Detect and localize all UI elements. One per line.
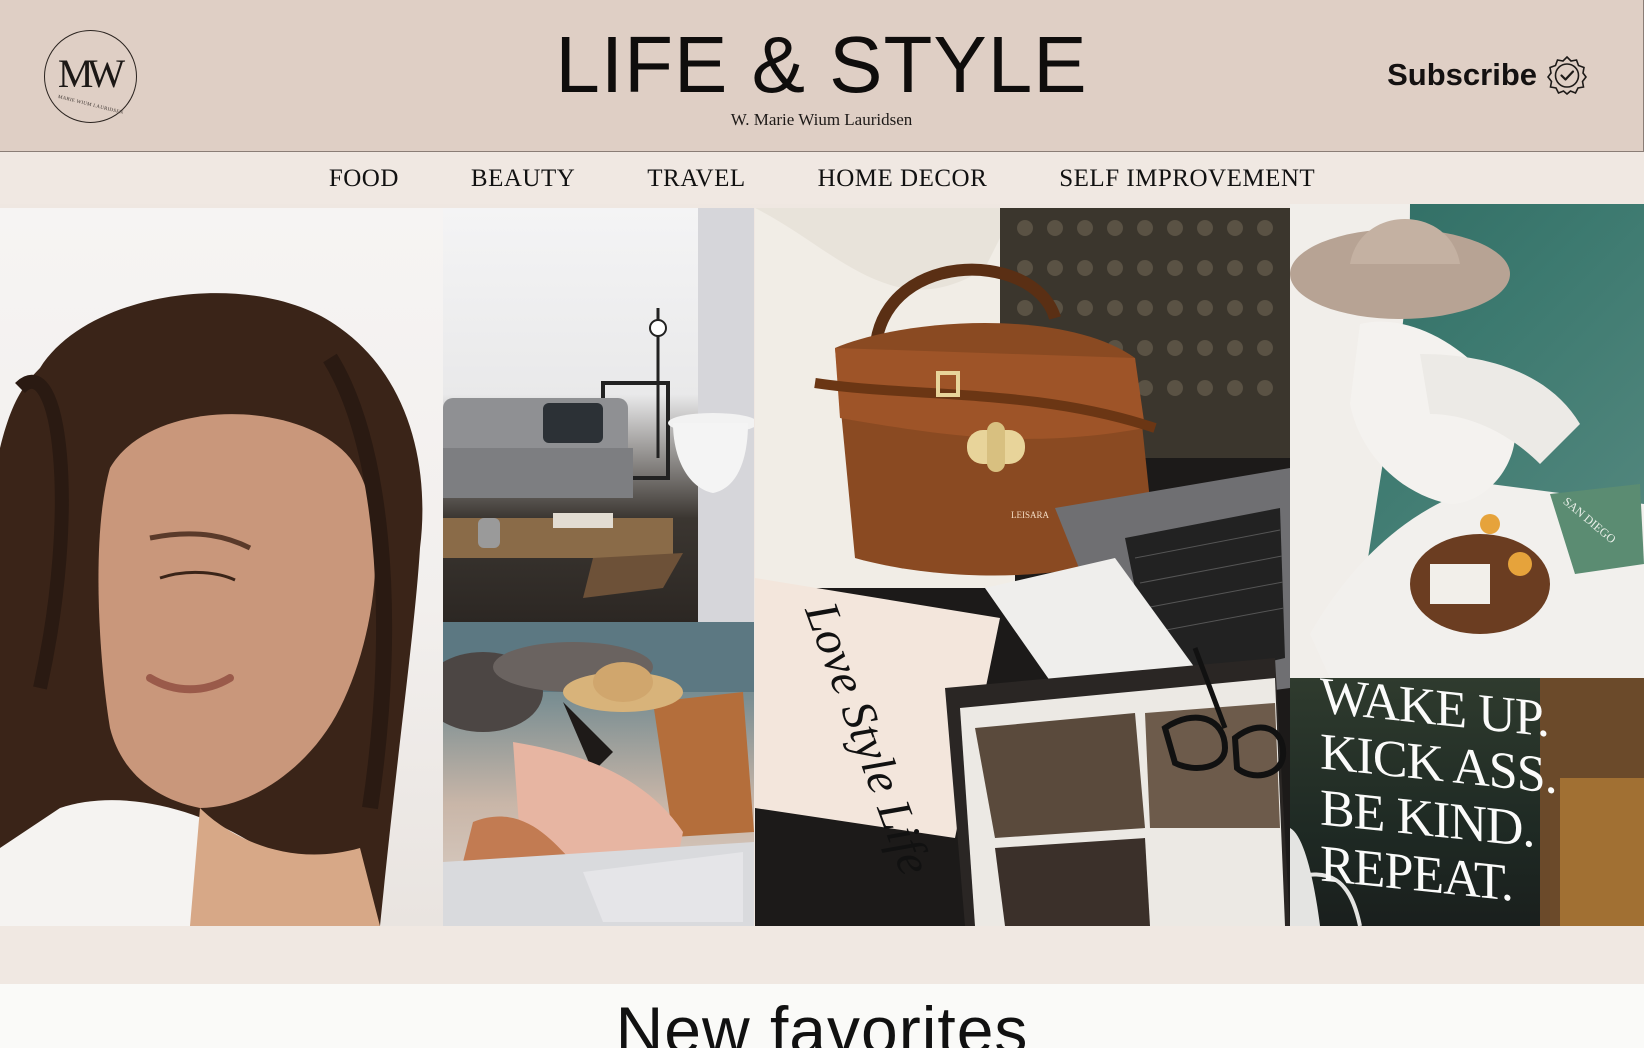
gallery-image-beach[interactable] — [443, 622, 754, 926]
gallery-image-portrait[interactable] — [0, 208, 443, 926]
nav-travel[interactable]: TRAVEL — [647, 165, 745, 193]
gallery-image-living-room[interactable] — [443, 208, 754, 622]
picnic-illustration: SAN DIEGO — [1290, 204, 1644, 678]
poster-text: WAKE UP. KICK ASS. BE KIND. REPEAT. — [1320, 678, 1557, 913]
nav-beauty[interactable]: BEAUTY — [471, 165, 575, 193]
hero-gallery: LEISARA Love Style Life SAN DIEGO WAKE U… — [0, 204, 1644, 926]
nav-self-improvement[interactable]: SELF IMPROVEMENT — [1059, 165, 1315, 193]
verified-badge-icon — [1547, 55, 1587, 95]
bag-brand-text: LEISARA — [1011, 510, 1050, 520]
nav-home-decor[interactable]: HOME DECOR — [818, 165, 988, 193]
gallery-image-picnic[interactable]: SAN DIEGO — [1290, 204, 1644, 678]
main-nav: FOOD BEAUTY TRAVEL HOME DECOR SELF IMPRO… — [0, 153, 1644, 204]
beach-illustration — [443, 622, 754, 926]
subscribe-label: Subscribe — [1387, 57, 1537, 92]
subscribe-button[interactable]: Subscribe — [1387, 55, 1587, 95]
site-header: MW MARIE WIUM LAURIDSEN LIFE & STYLE W. … — [0, 0, 1644, 152]
section-title: New favorites — [615, 993, 1029, 1048]
portrait-illustration — [0, 293, 423, 926]
nav-food[interactable]: FOOD — [329, 165, 399, 193]
gallery-image-poster[interactable]: WAKE UP. KICK ASS. BE KIND. REPEAT. — [1290, 678, 1644, 926]
site-subtitle: W. Marie Wium Lauridsen — [730, 110, 913, 129]
gallery-image-bag-flatlay[interactable]: LEISARA Love Style Life — [755, 208, 1290, 926]
new-favorites-section: New favorites — [0, 984, 1644, 1048]
living-room-illustration — [443, 208, 754, 622]
bag-flatlay-illustration: LEISARA Love Style Life — [755, 208, 1290, 926]
